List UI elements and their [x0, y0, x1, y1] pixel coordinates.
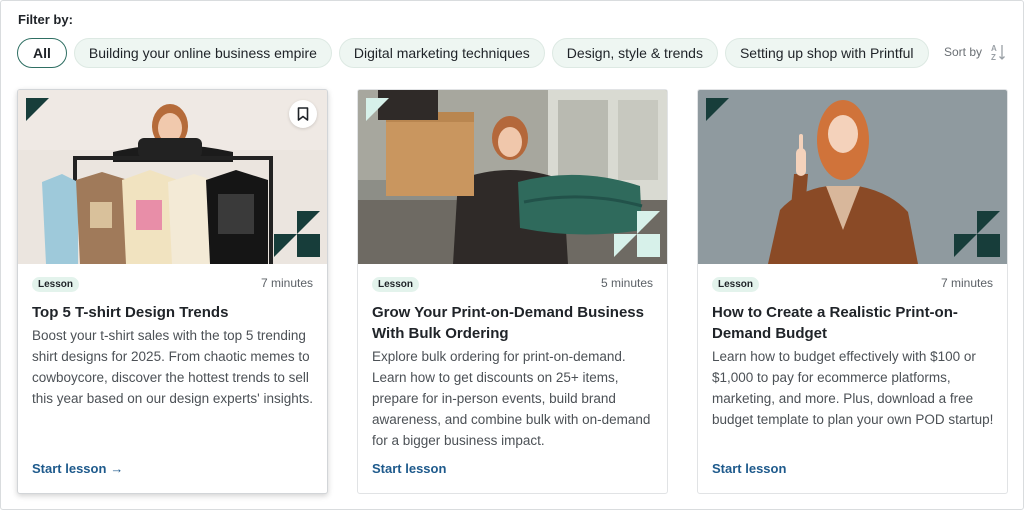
start-lesson-label: Start lesson [712, 461, 787, 476]
start-lesson-link[interactable]: Start lesson [372, 461, 446, 476]
filter-chips: All Building your online business empire… [17, 38, 929, 68]
filter-label: Filter by: [18, 12, 73, 27]
lesson-card[interactable]: Lesson 7 minutes How to Create a Realist… [697, 89, 1008, 494]
card-image [698, 90, 1007, 264]
card-image [358, 90, 667, 264]
chip-all[interactable]: All [17, 38, 67, 68]
sort-button[interactable]: Sort by A Z [944, 42, 1006, 62]
svg-text:A: A [991, 44, 997, 53]
sort-az-icon: A Z [991, 44, 1005, 62]
card-description: Explore bulk ordering for print-on-deman… [372, 349, 651, 448]
card-description: Learn how to budget effectively with $10… [712, 349, 994, 427]
corner-triangle-icon [366, 98, 389, 121]
card-title[interactable]: Grow Your Print-on-Demand Business With … [372, 302, 653, 344]
corner-triangle-icon [26, 98, 49, 121]
triangle-pattern-icon [614, 211, 660, 257]
card-title[interactable]: Top 5 T-shirt Design Trends [32, 302, 313, 323]
bookmark-button[interactable] [289, 100, 317, 128]
lesson-badge: Lesson [372, 277, 420, 292]
triangle-pattern-icon [274, 211, 320, 257]
bookmark-icon [297, 107, 309, 121]
card-image [18, 90, 327, 264]
arrow-right-icon: → [110, 461, 124, 476]
triangle-pattern-icon [954, 211, 1000, 257]
lesson-badge: Lesson [32, 277, 80, 292]
card-body: Lesson 7 minutes How to Create a Realist… [698, 264, 1007, 493]
duration-label: 5 minutes [600, 276, 653, 290]
start-lesson-label: Start lesson [32, 461, 107, 476]
chip-setting-up-shop[interactable]: Setting up shop with Printful [724, 38, 929, 68]
start-lesson-link[interactable]: Start lesson [712, 461, 786, 476]
card-description: Boost your t-shirt sales with the top 5 … [32, 328, 313, 406]
card-title[interactable]: How to Create a Realistic Print-on-Deman… [712, 302, 993, 344]
duration-label: 7 minutes [260, 276, 313, 290]
start-lesson-link[interactable]: Start lesson → [32, 461, 123, 476]
sort-label: Sort by [943, 45, 982, 59]
lesson-badge: Lesson [712, 277, 760, 292]
duration-label: 7 minutes [940, 276, 993, 290]
chip-design-style[interactable]: Design, style & trends [551, 38, 718, 68]
chip-digital-marketing[interactable]: Digital marketing techniques [338, 38, 545, 68]
lesson-card[interactable]: Lesson 5 minutes Grow Your Print-on-Dema… [357, 89, 668, 494]
card-body: Lesson 7 minutes Top 5 T-shirt Design Tr… [18, 264, 327, 493]
start-lesson-label: Start lesson [372, 461, 447, 476]
svg-text:Z: Z [991, 53, 996, 62]
corner-triangle-icon [706, 98, 729, 121]
lesson-card[interactable]: Lesson 7 minutes Top 5 T-shirt Design Tr… [17, 89, 328, 494]
chip-online-business[interactable]: Building your online business empire [73, 38, 332, 68]
card-body: Lesson 5 minutes Grow Your Print-on-Dema… [358, 264, 667, 493]
